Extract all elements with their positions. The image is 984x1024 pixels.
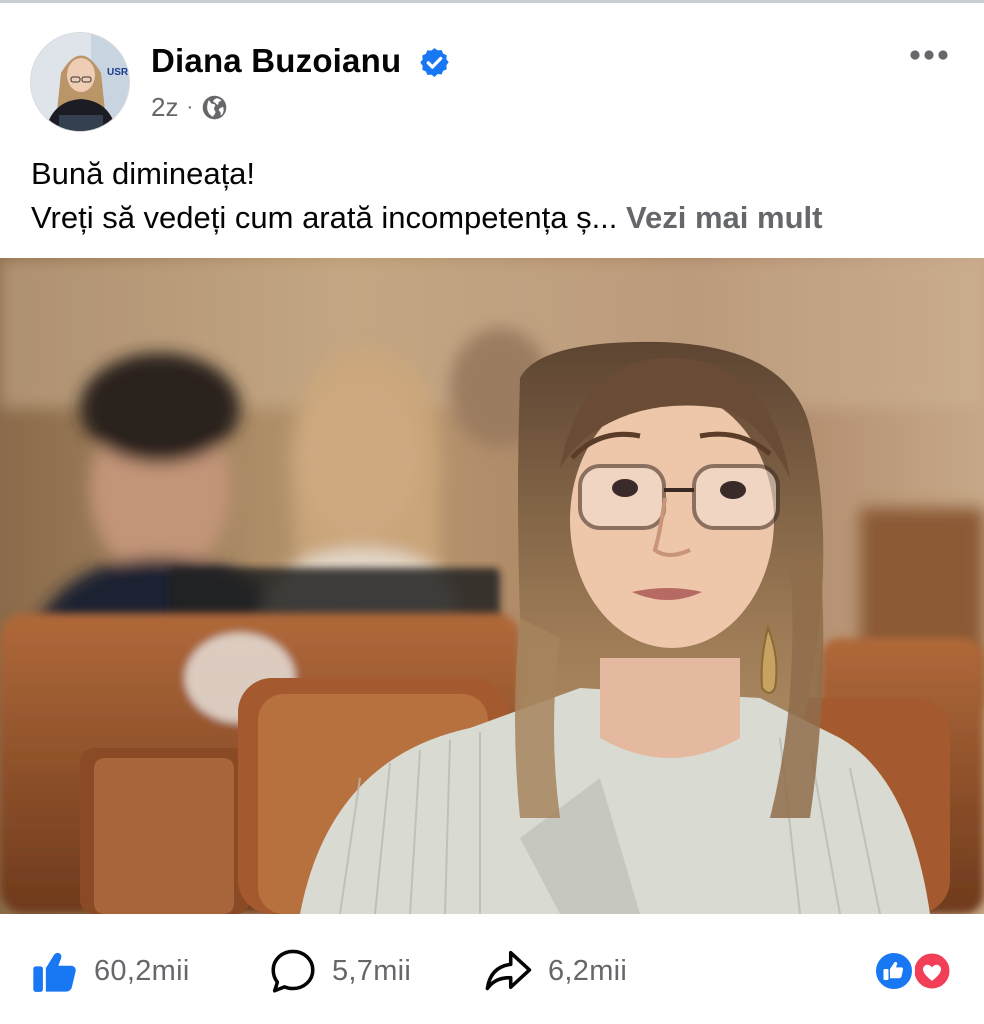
like-count: 60,2mii [94,954,190,987]
photo-illustration [0,258,984,914]
reactions-summary[interactable] [872,949,954,993]
post-actions-bar: 60,2mii 5,7mii 6,2mii [0,930,984,1012]
post-photo[interactable] [0,258,984,914]
avatar-badge-text: USR [107,67,129,78]
share-count: 6,2mii [548,954,628,987]
avatar-image [31,33,129,131]
like-reaction-icon [873,950,915,992]
post-text: Bună dimineața! Vreți să vedeți cum arat… [31,152,961,240]
globe-icon[interactable] [201,94,228,121]
post-text-truncated: Vreți să vedeți cum arată incompetența ș… [31,200,618,235]
comment-bubble-icon [271,949,315,993]
meta-separator: · [186,95,194,118]
verified-badge-icon [420,48,449,77]
love-reaction-icon [911,950,953,992]
share-arrow-icon [485,950,532,991]
post-text-line-1: Bună dimineața! [31,156,256,191]
more-options-icon[interactable] [908,48,950,62]
author-name[interactable]: Diana Buzoianu [151,42,401,80]
share-button[interactable]: 6,2mii [482,930,627,1012]
like-thumb-icon [33,952,76,992]
top-divider [0,0,984,3]
comment-button[interactable]: 5,7mii [268,930,411,1012]
see-more-link[interactable]: Vezi mai mult [626,200,822,235]
post-time[interactable]: 2z [151,92,178,123]
post-header: USR Diana Buzoianu 2z · [30,30,960,134]
like-button[interactable]: 60,2mii [30,930,190,1012]
author-avatar[interactable]: USR [30,32,130,132]
post-meta: 2z · [151,90,228,124]
comment-count: 5,7mii [332,954,412,987]
post-text-line-2: Vreți să vedeți cum arată incompetența ș… [31,196,961,240]
